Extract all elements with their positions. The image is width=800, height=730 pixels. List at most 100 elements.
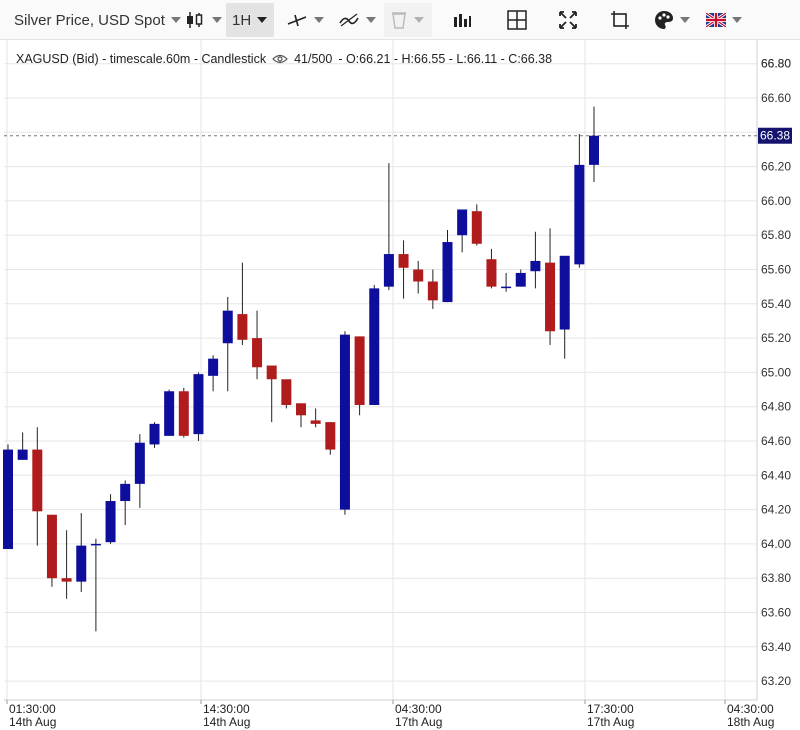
y-tick-label: 65.80 — [761, 228, 791, 242]
chevron-down-icon — [366, 17, 376, 23]
legend-ohlc: - O:66.21 - H:66.55 - L:66.11 - C:66.38 — [338, 52, 553, 66]
y-tick-label: 64.80 — [761, 400, 791, 414]
candle-body — [46, 514, 57, 579]
candle-body — [501, 286, 512, 289]
chart-area[interactable]: 63.20 63.40 63.60 63.80 64.00 64.20 64.40 64.60… — [0, 40, 800, 730]
indicator-selector[interactable] — [332, 3, 382, 37]
candle — [339, 331, 350, 515]
candle-body — [486, 259, 497, 287]
chevron-down-icon — [732, 17, 742, 23]
crop-icon — [611, 11, 629, 29]
chevron-down-icon — [257, 17, 268, 23]
chevron-down-icon — [414, 17, 424, 23]
y-tick-label: 66.80 — [761, 57, 791, 71]
candle-body — [266, 365, 277, 380]
x-tick-time: 01:30:00 — [9, 702, 56, 716]
candle-body — [530, 260, 541, 272]
candle-body — [383, 254, 394, 287]
uk-flag-icon — [706, 13, 726, 27]
crosshair-button[interactable] — [500, 3, 534, 37]
toolbar: Silver Price, USD Spot 1H — [0, 0, 800, 40]
candle-body — [149, 423, 160, 445]
y-tick-label: 66.20 — [761, 160, 791, 174]
candle-body — [76, 545, 87, 582]
y-tick-label: 66.00 — [761, 194, 791, 208]
candle-body — [281, 379, 292, 405]
symbol-selector[interactable]: Silver Price, USD Spot — [8, 3, 187, 37]
y-tick-label: 64.00 — [761, 537, 791, 551]
candle-body — [3, 449, 13, 550]
candle — [164, 389, 175, 436]
candle — [281, 379, 292, 409]
interval-selector[interactable]: 1H — [226, 3, 274, 37]
crosshair-icon — [507, 10, 527, 30]
candle-body — [296, 403, 306, 416]
line-tool-selector[interactable] — [280, 3, 330, 37]
line-draw-icon — [287, 14, 307, 27]
volume-button[interactable] — [446, 3, 478, 37]
x-tick-time: 04:30:00 — [395, 702, 442, 716]
candle-body — [442, 242, 453, 303]
y-tick-label: 65.60 — [761, 263, 791, 277]
candle-body — [427, 281, 438, 301]
candle-body — [325, 422, 336, 450]
screenshot-button[interactable] — [604, 3, 636, 37]
candle-body — [310, 420, 321, 424]
fullscreen-button[interactable] — [552, 3, 584, 37]
delete-drawings-button[interactable] — [384, 3, 432, 37]
indicator-icon — [339, 13, 359, 27]
candle-body — [574, 164, 585, 265]
x-tick-time: 14:30:00 — [203, 702, 250, 716]
theme-selector[interactable] — [648, 3, 696, 37]
fullscreen-icon — [559, 11, 577, 29]
y-tick-label: 63.80 — [761, 571, 791, 585]
x-tick-time: 04:30:00 — [727, 702, 774, 716]
candle — [354, 336, 365, 416]
legend-symbol: XAGUSD (Bid) - timescale.60m - Candlesti… — [16, 52, 267, 66]
candle-body — [120, 483, 131, 502]
candle-body — [559, 255, 570, 330]
y-tick-label: 63.40 — [761, 640, 791, 654]
language-selector[interactable] — [700, 3, 748, 37]
candle-body — [134, 442, 145, 484]
candle-body — [222, 310, 233, 344]
candle-body — [398, 254, 409, 268]
chart-legend: XAGUSD (Bid) - timescale.60m - Candlesti… — [16, 52, 552, 66]
x-tick-date: 14th Aug — [9, 715, 56, 729]
price-chart[interactable]: 63.20 63.40 63.60 63.80 64.00 64.20 64.40 64.60… — [0, 40, 800, 730]
candle — [149, 422, 160, 448]
x-tick-date: 17th Aug — [587, 715, 634, 729]
candle-body — [457, 209, 468, 236]
y-tick-label: 65.20 — [761, 331, 791, 345]
candlestick-icon — [187, 12, 203, 28]
chart-type-selector[interactable] — [178, 3, 228, 37]
candle-body — [589, 135, 599, 165]
chevron-down-icon — [212, 17, 222, 23]
candle — [3, 444, 13, 550]
candle-body — [354, 336, 365, 405]
y-tick-label: 64.20 — [761, 503, 791, 517]
candle — [105, 494, 116, 544]
chart-background — [0, 40, 800, 730]
y-tick-label: 66.60 — [761, 91, 791, 105]
x-tick-date: 17th Aug — [395, 715, 442, 729]
chevron-down-icon — [680, 17, 690, 23]
candle-body — [515, 272, 526, 287]
trash-icon — [392, 12, 406, 29]
x-tick-time: 17:30:00 — [587, 702, 634, 716]
y-tick-label: 63.60 — [761, 606, 791, 620]
candle — [178, 387, 189, 438]
candle-body — [471, 211, 482, 244]
chevron-down-icon — [314, 17, 324, 23]
symbol-label: Silver Price, USD Spot — [14, 11, 165, 29]
last-price-label: 66.38 — [760, 129, 790, 143]
candle-body — [178, 391, 189, 436]
eye-icon[interactable] — [272, 54, 288, 64]
candle-body — [17, 449, 28, 460]
candle-body — [193, 374, 204, 435]
y-tick-label: 65.00 — [761, 365, 791, 379]
palette-icon — [655, 11, 673, 29]
candle-body — [237, 314, 248, 340]
y-tick-label: 65.40 — [761, 297, 791, 311]
bars-icon — [454, 14, 471, 27]
